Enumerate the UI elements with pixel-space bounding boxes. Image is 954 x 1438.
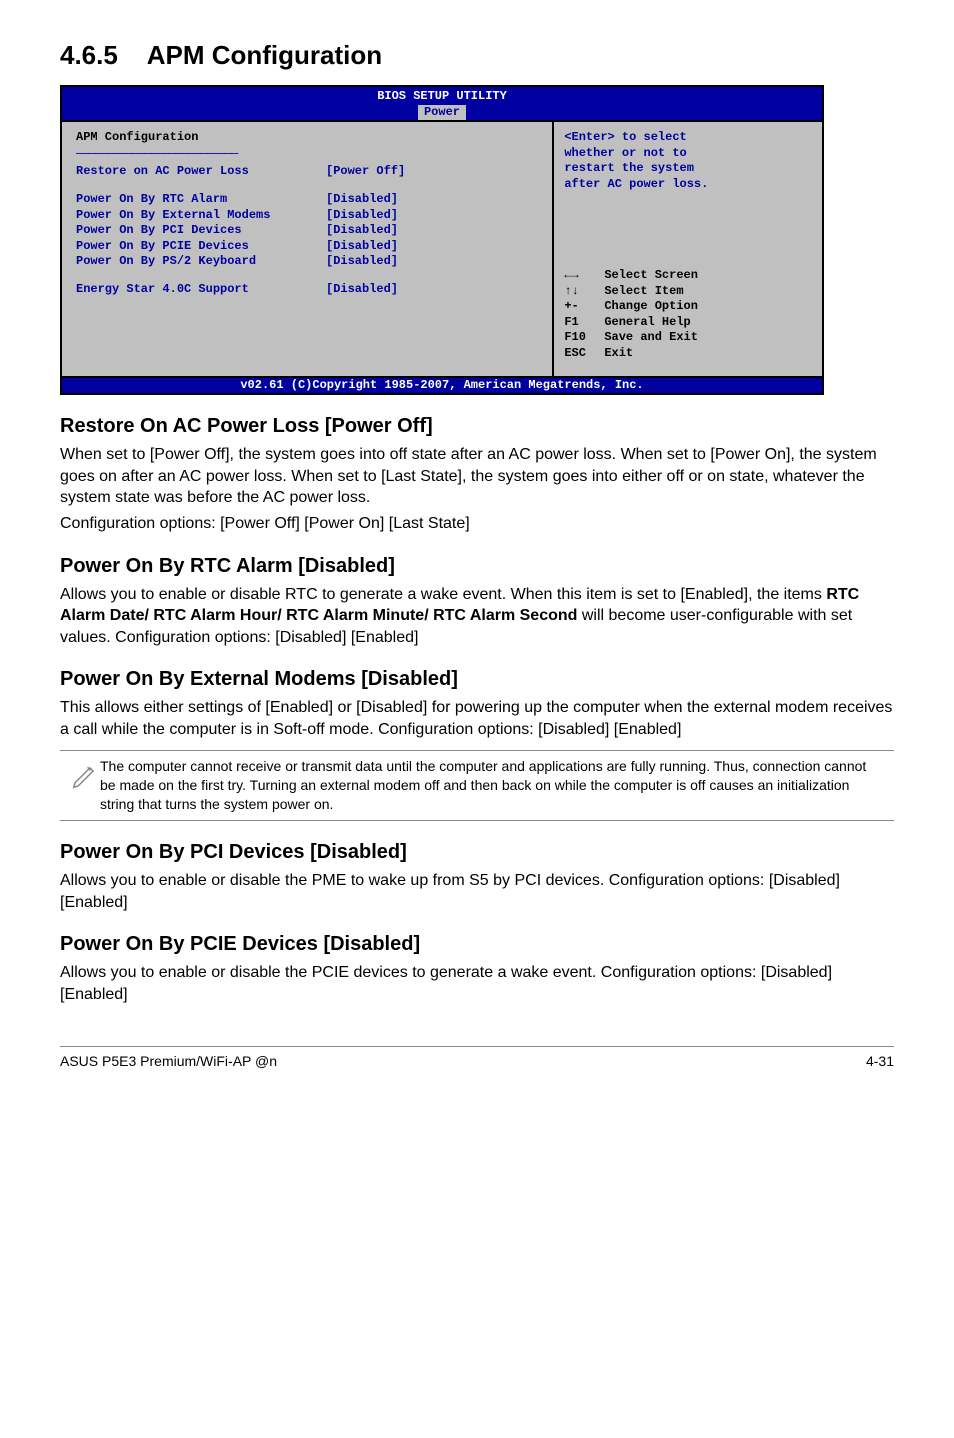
bios-item-value: [Disabled]: [326, 192, 398, 208]
note-block: The computer cannot receive or transmit …: [60, 750, 894, 821]
bios-help-text: <Enter> to select whether or not to rest…: [564, 130, 812, 192]
bios-header: BIOS SETUP UTILITY Power: [62, 87, 822, 120]
body-span: Allows you to enable or disable RTC to g…: [60, 586, 826, 603]
key-desc: Change Option: [604, 299, 698, 315]
bios-help-line: whether or not to: [564, 146, 686, 160]
page-footer: ASUS P5E3 Premium/WiFi-AP @n 4-31: [60, 1046, 894, 1069]
bios-key-help: ←→Select Screen ↑↓Select Item +-Change O…: [564, 268, 812, 368]
key-sym: F1: [564, 315, 604, 331]
key-row-save-exit: F10Save and Exit: [564, 330, 812, 346]
bios-left-panel: APM Configuration ──────────────────────…: [62, 122, 554, 375]
key-desc: General Help: [604, 315, 690, 331]
bios-screenshot: BIOS SETUP UTILITY Power APM Configurati…: [60, 85, 824, 395]
bios-item-label: Power On By PCI Devices: [76, 223, 326, 239]
bios-right-panel: <Enter> to select whether or not to rest…: [554, 122, 822, 375]
subhead-pci: Power On By PCI Devices [Disabled]: [60, 841, 894, 864]
bios-footer: v02.61 (C)Copyright 1985-2007, American …: [62, 376, 822, 394]
note-text: The computer cannot receive or transmit …: [100, 757, 894, 814]
bios-item-value: [Disabled]: [326, 254, 398, 270]
footer-left: ASUS P5E3 Premium/WiFi-AP @n: [60, 1053, 277, 1069]
bios-item-label: Power On By PS/2 Keyboard: [76, 254, 326, 270]
bios-item-rtc-alarm: Power On By RTC Alarm [Disabled]: [76, 192, 552, 208]
bios-item-energy-star: Energy Star 4.0C Support [Disabled]: [76, 282, 552, 298]
bios-item-restore-ac: Restore on AC Power Loss [Power Off]: [76, 164, 552, 180]
bios-divider: ──────────────────────────: [76, 147, 552, 163]
key-sym: +-: [564, 299, 604, 315]
bios-item-value: [Disabled]: [326, 223, 398, 239]
bios-help-line: restart the system: [564, 161, 694, 175]
subhead-pcie: Power On By PCIE Devices [Disabled]: [60, 933, 894, 956]
body-text: This allows either settings of [Enabled]…: [60, 697, 894, 740]
bios-item-value: [Disabled]: [326, 208, 398, 224]
key-desc: Select Item: [604, 284, 683, 300]
bios-item-label: Power On By PCIE Devices: [76, 239, 326, 255]
bios-help-line: after AC power loss.: [564, 177, 708, 191]
key-sym: ESC: [564, 346, 604, 362]
subhead-rtc-alarm: Power On By RTC Alarm [Disabled]: [60, 555, 894, 578]
section-title-text: APM Configuration: [147, 40, 382, 70]
section-number: 4.6.5: [60, 40, 118, 70]
key-sym: ↑↓: [564, 284, 604, 300]
bios-tab-power: Power: [418, 105, 466, 121]
key-sym: ←→: [564, 268, 604, 284]
body-text: When set to [Power Off], the system goes…: [60, 444, 894, 509]
key-desc: Select Screen: [604, 268, 698, 284]
body-text: Allows you to enable or disable RTC to g…: [60, 584, 894, 649]
section-heading: 4.6.5 APM Configuration: [60, 40, 894, 71]
bios-item-label: Power On By RTC Alarm: [76, 192, 326, 208]
body-text: Allows you to enable or disable the PME …: [60, 870, 894, 913]
body-text: Allows you to enable or disable the PCIE…: [60, 962, 894, 1005]
body-text: Configuration options: [Power Off] [Powe…: [60, 513, 894, 535]
key-row-select-item: ↑↓Select Item: [564, 284, 812, 300]
key-row-exit: ESCExit: [564, 346, 812, 362]
bios-item-label: Power On By External Modems: [76, 208, 326, 224]
bios-help-line: <Enter> to select: [564, 130, 686, 144]
bios-item-pci: Power On By PCI Devices [Disabled]: [76, 223, 552, 239]
bios-item-label: Energy Star 4.0C Support: [76, 282, 326, 298]
key-row-select-screen: ←→Select Screen: [564, 268, 812, 284]
bios-item-value: [Power Off]: [326, 164, 405, 180]
bios-panel-title: APM Configuration: [76, 130, 552, 146]
bios-item-ps2: Power On By PS/2 Keyboard [Disabled]: [76, 254, 552, 270]
bios-item-pcie: Power On By PCIE Devices [Disabled]: [76, 239, 552, 255]
footer-right: 4-31: [866, 1053, 894, 1069]
key-row-general-help: F1General Help: [564, 315, 812, 331]
bios-title: BIOS SETUP UTILITY: [377, 89, 507, 103]
subhead-ext-modems: Power On By External Modems [Disabled]: [60, 668, 894, 691]
bios-item-ext-modems: Power On By External Modems [Disabled]: [76, 208, 552, 224]
bios-item-value: [Disabled]: [326, 282, 398, 298]
key-desc: Exit: [604, 346, 633, 362]
bios-item-value: [Disabled]: [326, 239, 398, 255]
key-desc: Save and Exit: [604, 330, 698, 346]
subhead-restore-ac: Restore On AC Power Loss [Power Off]: [60, 415, 894, 438]
pencil-icon: [60, 757, 100, 814]
bios-item-label: Restore on AC Power Loss: [76, 164, 326, 180]
key-sym: F10: [564, 330, 604, 346]
key-row-change-option: +-Change Option: [564, 299, 812, 315]
